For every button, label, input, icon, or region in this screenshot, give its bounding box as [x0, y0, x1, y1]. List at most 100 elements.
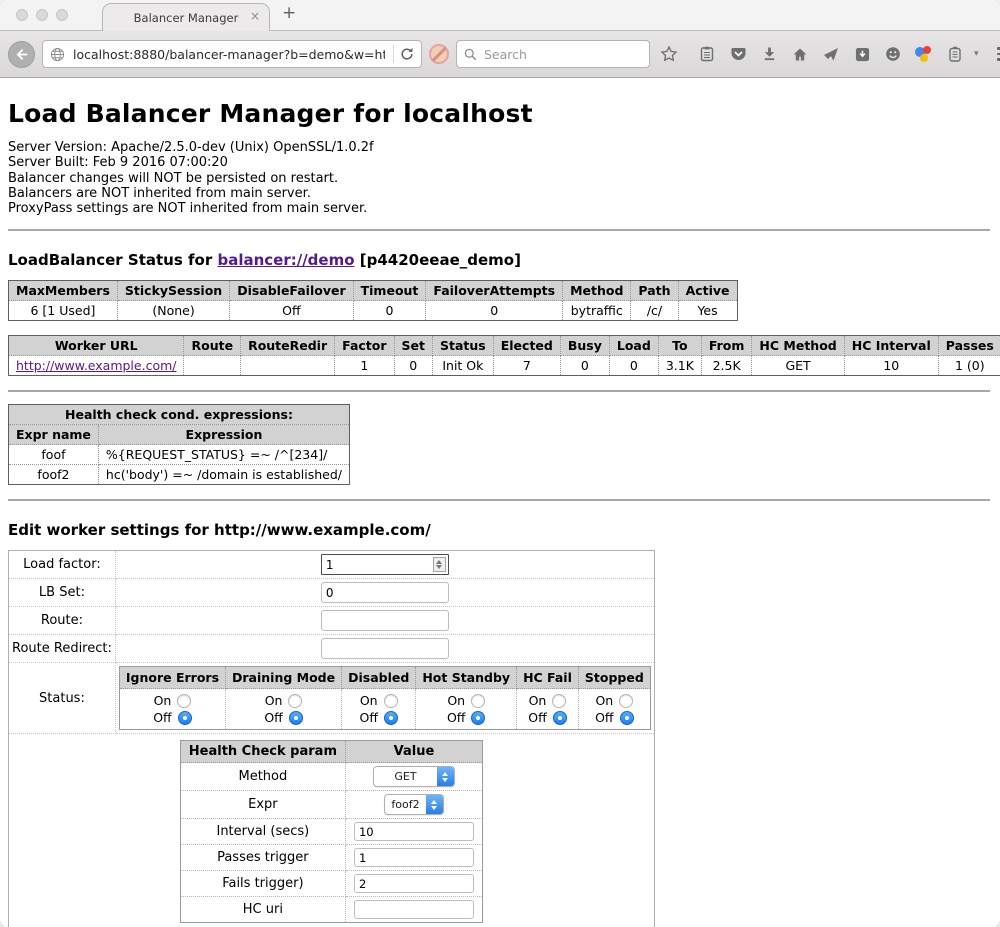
lb-set-input[interactable]	[321, 582, 449, 603]
balancer-summary-table: MaxMembers StickySession DisableFailover…	[8, 280, 738, 321]
balancer-link[interactable]: balancer://demo	[217, 251, 354, 269]
paper-plane-icon	[823, 46, 839, 62]
header-cell: Method	[563, 281, 631, 301]
balancer-heading-prefix: LoadBalancer Status for	[8, 251, 217, 269]
expressions-title: Health check cond. expressions:	[9, 405, 350, 425]
status-group-ignore-errors: On Off	[119, 689, 225, 730]
search-bar[interactable]	[456, 40, 650, 68]
new-tab-button[interactable]: +	[282, 3, 296, 23]
selected-option: GET	[374, 770, 437, 783]
radio-off-label: Off	[264, 710, 282, 725]
status-radio-row: On Off On Off On Off	[119, 689, 650, 730]
radio-on[interactable]	[177, 694, 191, 708]
hc-uri-input[interactable]	[354, 900, 474, 919]
hc-passes-input[interactable]	[354, 848, 474, 867]
number-spinner[interactable]	[433, 557, 446, 572]
tab-balancer-manager[interactable]: Balancer Manager ×	[102, 3, 270, 31]
expressions-table: Health check cond. expressions: Expr nam…	[8, 404, 350, 485]
worker-data-row: http://www.example.com/ 1 0 Init Ok 7 0 …	[9, 356, 1000, 376]
data-cell: Yes	[678, 301, 737, 321]
pocket-button[interactable]	[726, 40, 750, 68]
route-redirect-input[interactable]	[321, 638, 449, 659]
radio-off[interactable]	[289, 711, 303, 725]
spinner-up-icon[interactable]	[436, 560, 442, 564]
status-col-header: HC Fail	[517, 667, 579, 689]
load-factor-cell	[115, 551, 654, 579]
expression-row: foof2 hc('body') =~ /domain is establish…	[9, 465, 350, 485]
reading-list-button[interactable]	[695, 40, 719, 68]
expr-value-cell: hc('body') =~ /domain is established/	[98, 465, 349, 485]
header-cell: RouteRedir	[241, 336, 335, 356]
content-blocked-icon[interactable]	[429, 44, 449, 64]
hc-expr-select[interactable]: foof2	[384, 794, 444, 815]
hc-row-passes: Passes trigger	[180, 845, 482, 871]
form-row: LB Set:	[9, 579, 655, 607]
data-cell	[184, 356, 241, 376]
hc-uri-cell	[345, 897, 482, 923]
status-col-header: Stopped	[578, 667, 650, 689]
radio-on-label: On	[447, 693, 465, 708]
overflow-caret-icon[interactable]: ▾	[974, 49, 979, 59]
data-cell: 0	[353, 301, 426, 321]
bookmark-star-button[interactable]	[657, 40, 681, 68]
url-bar[interactable]	[42, 40, 422, 68]
hc-interval-input[interactable]	[354, 822, 474, 841]
radio-off[interactable]	[471, 711, 485, 725]
feedback-smiley-button[interactable]	[881, 40, 905, 68]
radio-on[interactable]	[471, 694, 485, 708]
spinner-down-icon[interactable]	[436, 565, 442, 569]
expressions-header-row: Expr name Expression	[9, 425, 350, 445]
radio-on[interactable]	[384, 694, 398, 708]
hc-method-select[interactable]: GET	[373, 766, 455, 787]
health-check-table: Health Check param Value Method GET Expr	[180, 740, 483, 923]
header-cell: Factor	[335, 336, 394, 356]
route-redirect-label: Route Redirect:	[9, 635, 116, 663]
close-window-button[interactable]	[16, 9, 28, 21]
radio-off-label: Off	[360, 710, 378, 725]
tab-title: Balancer Manager	[134, 11, 239, 25]
smiley-icon	[885, 46, 901, 62]
radio-off[interactable]	[553, 711, 567, 725]
reload-icon[interactable]	[400, 47, 414, 61]
downloads-button[interactable]	[757, 40, 781, 68]
back-button[interactable]	[8, 41, 35, 68]
url-input[interactable]	[71, 46, 387, 63]
send-tab-button[interactable]	[819, 40, 843, 68]
data-cell: 10	[844, 356, 938, 376]
radio-on[interactable]	[552, 694, 566, 708]
hc-row-fails: Fails trigger)	[180, 871, 482, 897]
status-col-header: Draining Mode	[226, 667, 342, 689]
tab-close-icon[interactable]: ×	[250, 9, 260, 23]
load-factor-input[interactable]	[321, 554, 449, 575]
home-button[interactable]	[788, 40, 812, 68]
worker-url-link[interactable]: http://www.example.com/	[16, 358, 176, 373]
colorful-dots-extension-button[interactable]	[912, 40, 936, 68]
health-check-cell: Health Check param Value Method GET Expr	[9, 734, 655, 927]
data-cell: GET	[752, 356, 844, 376]
zoom-window-button[interactable]	[56, 9, 68, 21]
menu-button[interactable]	[993, 40, 1000, 68]
header-cell: Timeout	[353, 281, 426, 301]
hc-interval-label: Interval (secs)	[180, 819, 345, 845]
status-group-hc-fail: On Off	[517, 689, 579, 730]
header-cell: FailoverAttempts	[426, 281, 563, 301]
hc-fails-input[interactable]	[354, 874, 474, 893]
radio-on[interactable]	[288, 694, 302, 708]
search-input[interactable]	[482, 46, 642, 63]
hc-expr-label: Expr	[180, 791, 345, 819]
minimize-window-button[interactable]	[36, 9, 48, 21]
divider	[8, 499, 990, 501]
radio-on[interactable]	[619, 694, 633, 708]
route-input[interactable]	[321, 610, 449, 631]
radio-off[interactable]	[178, 711, 192, 725]
battery-extension-button[interactable]	[943, 40, 967, 68]
hc-method-label: Method	[180, 763, 345, 791]
data-cell: 6 [1 Used]	[9, 301, 118, 321]
data-cell: 0	[560, 356, 609, 376]
radio-off[interactable]	[620, 711, 634, 725]
expression-row: foof %{REQUEST_STATUS} =~ /^[234]/	[9, 445, 350, 465]
extension-download-button[interactable]	[850, 40, 874, 68]
radio-off[interactable]	[384, 711, 398, 725]
worker-table: Worker URL Route RouteRedir Factor Set S…	[8, 335, 1000, 376]
hc-expr-cell: foof2	[345, 791, 482, 819]
